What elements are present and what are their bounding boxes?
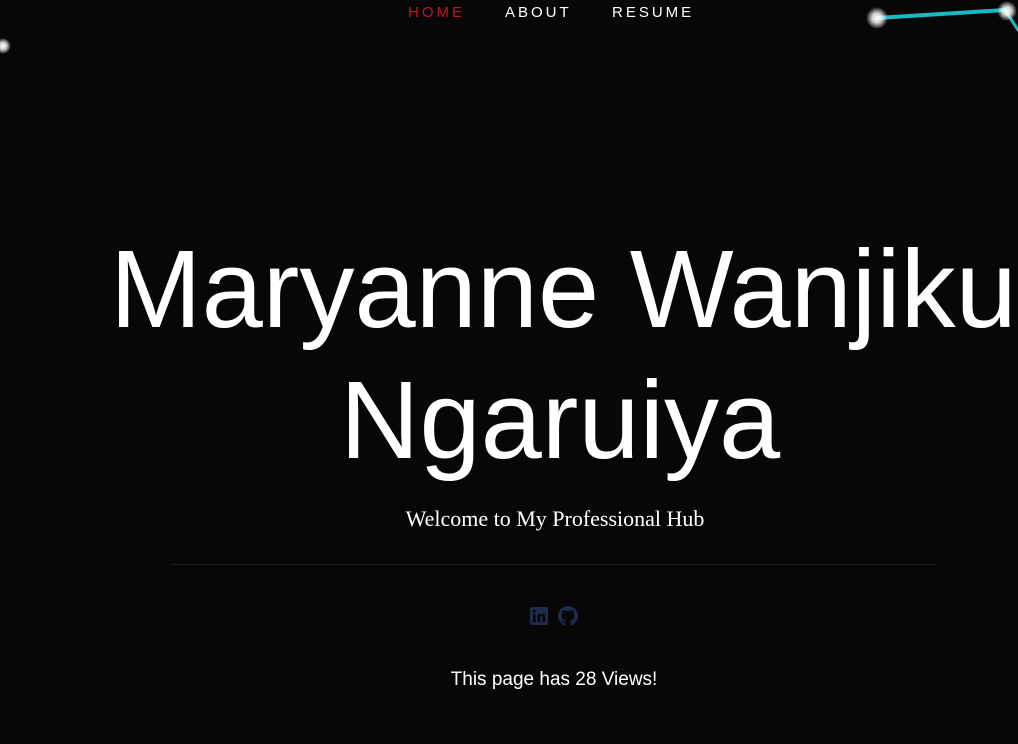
nav-about[interactable]: ABOUT: [505, 4, 572, 22]
hero-name-line2: Ngaruiya: [340, 359, 781, 482]
divider: [172, 564, 936, 565]
nav-home[interactable]: HOME: [408, 4, 465, 22]
linkedin-link[interactable]: [529, 606, 549, 626]
linkedin-icon: [530, 607, 548, 625]
page-view-counter: This page has 28 Views!: [450, 669, 658, 690]
hero-tagline: Welcome to My Professional Hub: [405, 506, 705, 531]
github-link[interactable]: [558, 606, 578, 626]
social-links: [529, 606, 578, 626]
hero-name-line1: Maryanne Wanjiku: [110, 228, 1017, 351]
nav-resume[interactable]: RESUME: [612, 4, 694, 22]
home-page: HOME ABOUT RESUME Maryanne Wanjiku Ngaru…: [0, 0, 1018, 744]
main-nav: HOME ABOUT RESUME: [0, 4, 1018, 24]
particle-dot: [0, 38, 11, 54]
github-icon: [558, 606, 578, 626]
